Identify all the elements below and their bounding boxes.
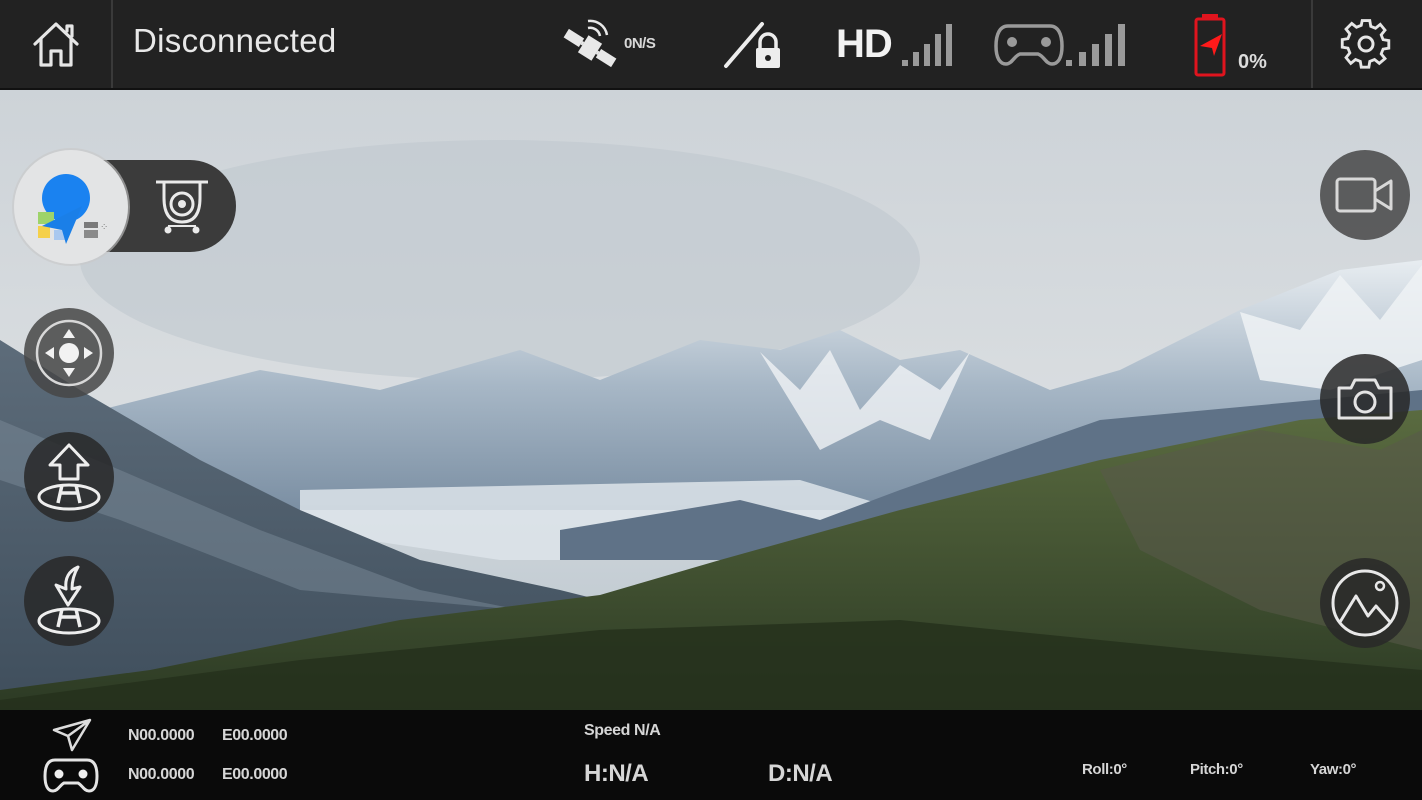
home-icon bbox=[33, 22, 79, 67]
yaw-readout: Yaw:0° bbox=[1310, 761, 1357, 778]
top-status-bar: Disconnected 0N/S HD 0% bbox=[0, 0, 1422, 90]
divider bbox=[111, 0, 113, 88]
svg-text:⁘: ⁘ bbox=[100, 222, 108, 233]
joystick-button[interactable] bbox=[24, 308, 114, 398]
gallery-icon bbox=[1331, 569, 1399, 637]
landing-icon bbox=[37, 565, 101, 635]
signal-bars-icon bbox=[902, 24, 952, 66]
roll-readout: Roll:0° bbox=[1082, 761, 1127, 778]
speed-readout: Speed N/A bbox=[584, 722, 661, 739]
home-button[interactable] bbox=[22, 16, 90, 72]
takeoff-icon bbox=[37, 443, 101, 511]
hd-video-link-label: HD bbox=[836, 22, 893, 66]
paper-plane-icon bbox=[52, 718, 92, 752]
propeller-lock-icon bbox=[724, 22, 780, 68]
gps-satellite-count: 0N/S bbox=[624, 35, 656, 52]
gamepad-icon bbox=[994, 24, 1064, 66]
signal-bars-icon bbox=[1066, 24, 1125, 66]
height-readout: H:N/A bbox=[584, 760, 649, 787]
joystick-icon bbox=[35, 319, 103, 387]
gear-icon[interactable] bbox=[1336, 14, 1396, 74]
land-button[interactable] bbox=[24, 556, 114, 646]
aircraft-longitude: E00.0000 bbox=[222, 727, 288, 744]
satellite-icon bbox=[563, 19, 617, 68]
controller-latitude: N00.0000 bbox=[128, 766, 195, 783]
distance-readout: D:N/A bbox=[768, 760, 833, 787]
gallery-button[interactable] bbox=[1320, 558, 1410, 648]
connection-status: Disconnected bbox=[133, 22, 337, 59]
battery-icon bbox=[1194, 14, 1226, 77]
battery-percentage: 0% bbox=[1238, 51, 1267, 73]
pitch-readout: Pitch:0° bbox=[1190, 761, 1243, 778]
bottom-telemetry-bar: N00.0000 E00.0000 N00.0000 E00.0000 Spee… bbox=[0, 710, 1422, 800]
aircraft-latitude: N00.0000 bbox=[128, 727, 195, 744]
camera-icon bbox=[1337, 378, 1393, 420]
map-app-icon: ⁘ bbox=[38, 174, 108, 244]
record-video-button[interactable] bbox=[1320, 150, 1410, 240]
video-camera-icon bbox=[1335, 177, 1393, 213]
controller-longitude: E00.0000 bbox=[222, 766, 288, 783]
gamepad-icon bbox=[43, 758, 99, 793]
take-photo-button[interactable] bbox=[1320, 354, 1410, 444]
takeoff-button[interactable] bbox=[24, 432, 114, 522]
divider bbox=[1311, 0, 1313, 88]
map-button[interactable]: ⁘ bbox=[14, 150, 128, 264]
gimbal-icon bbox=[156, 180, 208, 234]
